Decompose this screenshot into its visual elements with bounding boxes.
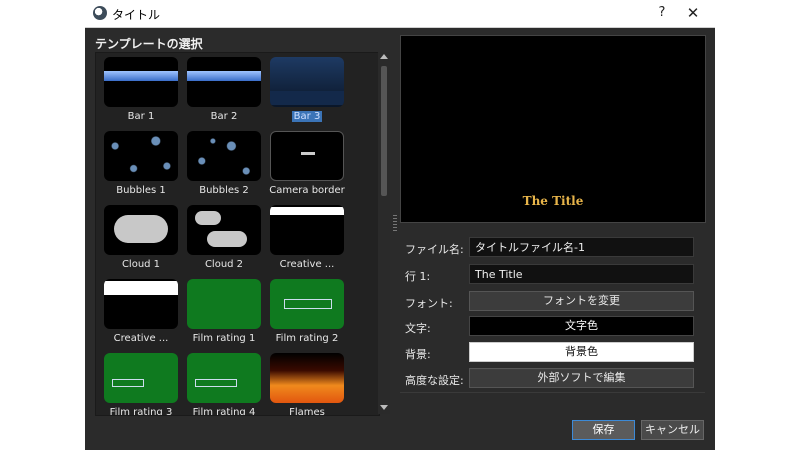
template-label: Creative ... <box>113 333 169 344</box>
change-font-button[interactable]: フォントを変更 <box>469 291 694 311</box>
template-thumbnail <box>104 131 178 181</box>
template-thumbnail <box>187 131 261 181</box>
template-item-film-rating-4[interactable]: Film rating 4 <box>185 353 263 415</box>
template-label: Bar 2 <box>210 111 238 122</box>
template-label: Bubbles 1 <box>116 185 166 196</box>
template-item-creative-1[interactable]: Creative ... <box>268 205 346 271</box>
template-thumbnail <box>104 57 178 107</box>
template-item-cloud-1[interactable]: Cloud 1 <box>102 205 180 271</box>
preview-title-text: The Title <box>522 194 584 208</box>
template-thumbnail <box>270 131 344 181</box>
external-edit-button[interactable]: 外部ソフトで編集 <box>469 368 694 388</box>
template-thumbnail <box>187 57 261 107</box>
template-item-creative-2[interactable]: Creative ... <box>102 279 180 345</box>
template-list-scrollbar[interactable] <box>378 52 390 414</box>
template-thumbnail <box>270 205 344 255</box>
template-section-heading: テンプレートの選択 <box>95 37 203 51</box>
template-label: Bubbles 2 <box>199 185 249 196</box>
background-color-button[interactable]: 背景色 <box>469 342 694 362</box>
template-label: Film rating 2 <box>275 333 339 344</box>
divider <box>400 392 705 393</box>
template-item-film-rating-3[interactable]: Film rating 3 <box>102 353 180 415</box>
template-label-selected: Bar 3 <box>291 111 323 122</box>
template-thumbnail <box>270 57 344 107</box>
scroll-up-icon[interactable] <box>380 54 388 59</box>
template-thumbnail <box>187 353 261 403</box>
filename-field[interactable]: タイトルファイル名-1 <box>469 237 694 257</box>
advanced-settings-label: 高度な設定: <box>405 374 464 387</box>
template-label: Bar 1 <box>127 111 155 122</box>
template-label: Flames <box>289 407 325 416</box>
line1-field[interactable]: The Title <box>469 264 694 284</box>
text-color-button[interactable]: 文字色 <box>469 316 694 336</box>
template-label: Film rating 3 <box>109 407 173 416</box>
title-dialog: タイトル ? ✕ テンプレートの選択 Bar 1 Bar 2 Bar 3 Bub… <box>85 0 715 450</box>
background-label: 背景: <box>405 348 431 361</box>
template-thumbnail <box>187 205 261 255</box>
template-list[interactable]: Bar 1 Bar 2 Bar 3 Bubbles 1 Bubbles 2 Ca… <box>95 52 380 416</box>
title-preview: The Title <box>400 35 706 223</box>
filename-label: ファイル名: <box>405 243 464 256</box>
template-thumbnail <box>104 279 178 329</box>
close-button[interactable]: ✕ <box>683 3 703 23</box>
template-thumbnail <box>270 353 344 403</box>
template-item-bubbles-2[interactable]: Bubbles 2 <box>185 131 263 197</box>
template-label: Cloud 1 <box>121 259 161 270</box>
template-thumbnail <box>270 279 344 329</box>
template-label: Film rating 4 <box>192 407 256 416</box>
scrollbar-thumb[interactable] <box>381 66 387 196</box>
template-label: Film rating 1 <box>192 333 256 344</box>
help-button[interactable]: ? <box>652 3 672 23</box>
app-icon <box>93 6 107 20</box>
template-item-film-rating-1[interactable]: Film rating 1 <box>185 279 263 345</box>
template-label: Cloud 2 <box>204 259 244 270</box>
save-button[interactable]: 保存 <box>572 420 635 440</box>
template-label: Creative ... <box>279 259 335 270</box>
template-item-bar-3[interactable]: Bar 3 <box>268 57 346 123</box>
splitter-handle[interactable] <box>393 215 397 231</box>
template-item-bar-2[interactable]: Bar 2 <box>185 57 263 123</box>
template-item-bubbles-1[interactable]: Bubbles 1 <box>102 131 180 197</box>
scroll-down-icon[interactable] <box>380 405 388 410</box>
template-label: Camera border <box>269 185 345 196</box>
template-item-camera-border[interactable]: Camera border <box>268 131 346 197</box>
cancel-button[interactable]: キャンセル <box>641 420 704 440</box>
template-thumbnail <box>104 353 178 403</box>
template-item-film-rating-2[interactable]: Film rating 2 <box>268 279 346 345</box>
line1-label: 行 1: <box>405 270 431 283</box>
template-item-flames[interactable]: Flames <box>268 353 346 415</box>
template-thumbnail <box>104 205 178 255</box>
window-title: タイトル <box>112 8 161 22</box>
template-item-cloud-2[interactable]: Cloud 2 <box>185 205 263 271</box>
font-label: フォント: <box>405 297 453 310</box>
text-color-label: 文字: <box>405 322 431 335</box>
window-titlebar: タイトル ? ✕ <box>85 0 715 28</box>
template-thumbnail <box>187 279 261 329</box>
template-item-bar-1[interactable]: Bar 1 <box>102 57 180 123</box>
